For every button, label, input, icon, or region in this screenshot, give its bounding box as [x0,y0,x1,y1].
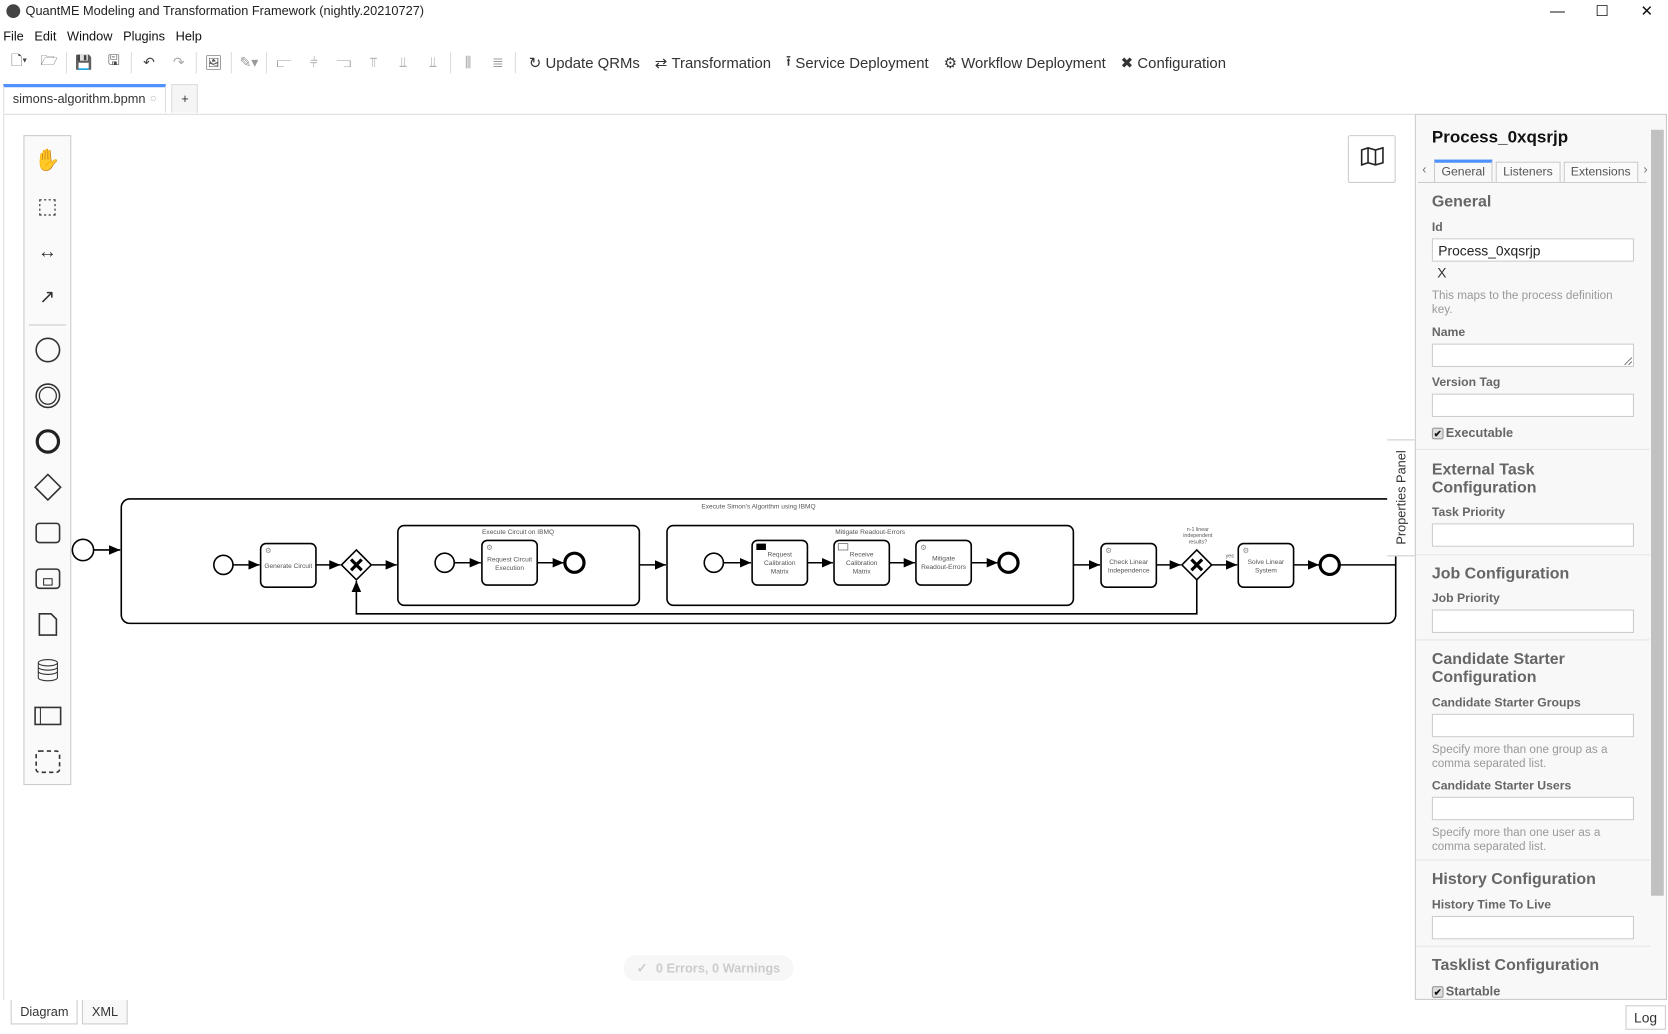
candidate-groups-label: Candidate Starter Groups [1431,696,1581,710]
section-candidate-starter: Candidate Starter Configuration [1431,649,1565,687]
intermediate-event-icon[interactable] [24,374,70,417]
checkmark-icon: ✔ [1431,427,1444,439]
candidate-users-label: Candidate Starter Users [1431,779,1572,793]
start-event[interactable] [71,538,95,562]
data-object-icon[interactable] [24,603,70,646]
id-hint: This maps to the process definition key. [1431,289,1613,316]
end-event-icon[interactable] [24,420,70,463]
startable-checkbox[interactable]: ✔ Startable [1431,984,1634,999]
task-label: Calibration [846,560,878,567]
task-label: Matrix [853,568,872,575]
gateway-icon[interactable] [24,466,70,509]
task-label: Independence [1108,567,1150,574]
task-label: Execution [495,565,524,572]
panel-scrollbar[interactable] [1651,129,1664,896]
executable-checkbox[interactable]: ✔ Executable [1431,426,1634,440]
map-icon [1359,146,1385,173]
space-tool-icon[interactable]: ↔ [24,230,70,273]
tabs-scroll-left-icon[interactable]: ‹ [1418,162,1431,182]
tab-xml[interactable]: XML [82,999,128,1025]
gateway-label: results? [1189,540,1208,546]
gear-icon: ⚙ [1105,546,1112,555]
id-label: Id [1431,221,1443,235]
tool-palette: ✋ ⬚ ↔ ↗ [23,135,72,786]
section-external-task: External Task Configuration [1431,460,1537,497]
gear-icon: ⚙ [1243,546,1250,555]
gear-icon: ⚙ [920,543,927,552]
task-label: Calibration [764,560,796,567]
tab-diagram[interactable]: Diagram [10,999,79,1025]
task-label: Matrix [771,568,790,575]
candidate-groups-input[interactable] [1431,713,1634,738]
close-button[interactable]: ✕ [1634,2,1660,21]
name-input[interactable] [1431,343,1634,368]
history-ttl-label: History Time To Live [1431,898,1552,912]
task-label: System [1255,567,1277,574]
history-ttl-input[interactable] [1431,915,1634,940]
id-input[interactable] [1431,238,1634,262]
gear-icon: ⚙ [486,543,493,552]
checkmark-icon: ✔ [1431,985,1444,998]
version-tag-label: Version Tag [1431,376,1501,390]
send-envelope-icon [756,543,766,550]
section-general: General [1431,192,1492,211]
panel-tab-listeners[interactable]: Listeners [1495,161,1561,182]
validation-status[interactable]: ✓ 0 Errors, 0 Warnings [623,955,794,981]
maximize-button[interactable]: ☐ [1589,2,1615,21]
log-button[interactable]: Log [1625,1005,1666,1030]
start-event-icon[interactable] [24,329,70,372]
properties-panel: Process_0xqsrjp ‹ General Listeners Exte… [1414,113,1667,1000]
subprocess-label: Execute Circuit on IBMQ [482,529,554,536]
task-label: Request Circuit [487,557,532,564]
task-icon[interactable] [24,512,70,555]
tabs-scroll-right-icon[interactable]: › [1641,162,1650,182]
section-history: History Configuration [1431,870,1596,889]
receive-envelope-icon [837,543,849,551]
data-store-icon[interactable] [24,649,70,692]
task-label: Readout-Errors [921,564,967,571]
view-tabs: Diagram XML [10,999,128,1025]
bpmn-diagram[interactable]: ⚙ ⚙ ⚙ ⚙ ⚙ Execute Simon's Algorithm usin… [0,0,1415,1000]
clear-id-button[interactable]: X [1437,265,1446,281]
task-label: Mitigate [932,556,955,563]
subprocess-label: Execute Simon's Algorithm using IBMQ [701,503,815,510]
properties-panel-toggle[interactable]: Properties Panel [1387,439,1416,557]
task-label: Receive [850,551,874,558]
subprocess-label: Mitigate Readout-Errors [835,529,906,536]
candidate-users-input[interactable] [1431,796,1634,821]
panel-tab-general[interactable]: General [1434,159,1493,182]
task-label: Solve Linear [1248,559,1285,566]
connect-tool-icon[interactable]: ↗ [24,276,70,319]
section-tasklist: Tasklist Configuration [1431,956,1600,975]
hand-tool-icon[interactable]: ✋ [24,138,70,181]
check-icon: ✓ [636,960,648,976]
task-label: Check Linear [1109,559,1149,566]
job-priority-input[interactable] [1431,609,1634,633]
panel-tab-extensions[interactable]: Extensions [1563,161,1639,182]
task-label: Generate Circuit [264,563,312,570]
task-priority-label: Task Priority [1431,506,1506,520]
task-priority-input[interactable] [1431,523,1634,547]
panel-title: Process_0xqsrjp [1431,128,1569,147]
pool-icon[interactable] [24,695,70,738]
minimize-button[interactable]: — [1545,2,1571,21]
inner-start-event[interactable] [213,554,234,576]
name-label: Name [1431,326,1466,340]
minimap-toggle[interactable] [1347,135,1396,183]
task-label: Request [768,551,793,558]
subprocess-icon[interactable] [24,557,70,600]
gateway-label: independent [1183,533,1213,539]
group-icon[interactable] [24,740,70,783]
gateway-label: n-1 linear [1187,527,1209,533]
gear-icon: ⚙ [265,546,272,555]
section-job: Job Configuration [1431,564,1570,583]
version-tag-input[interactable] [1431,393,1634,418]
lasso-tool-icon[interactable]: ⬚ [24,184,70,227]
candidate-users-hint: Specify more than one user as a comma se… [1431,826,1601,854]
candidate-groups-hint: Specify more than one group as a comma s… [1431,743,1608,771]
job-priority-label: Job Priority [1431,592,1500,606]
flow-label: yes [1226,553,1235,559]
